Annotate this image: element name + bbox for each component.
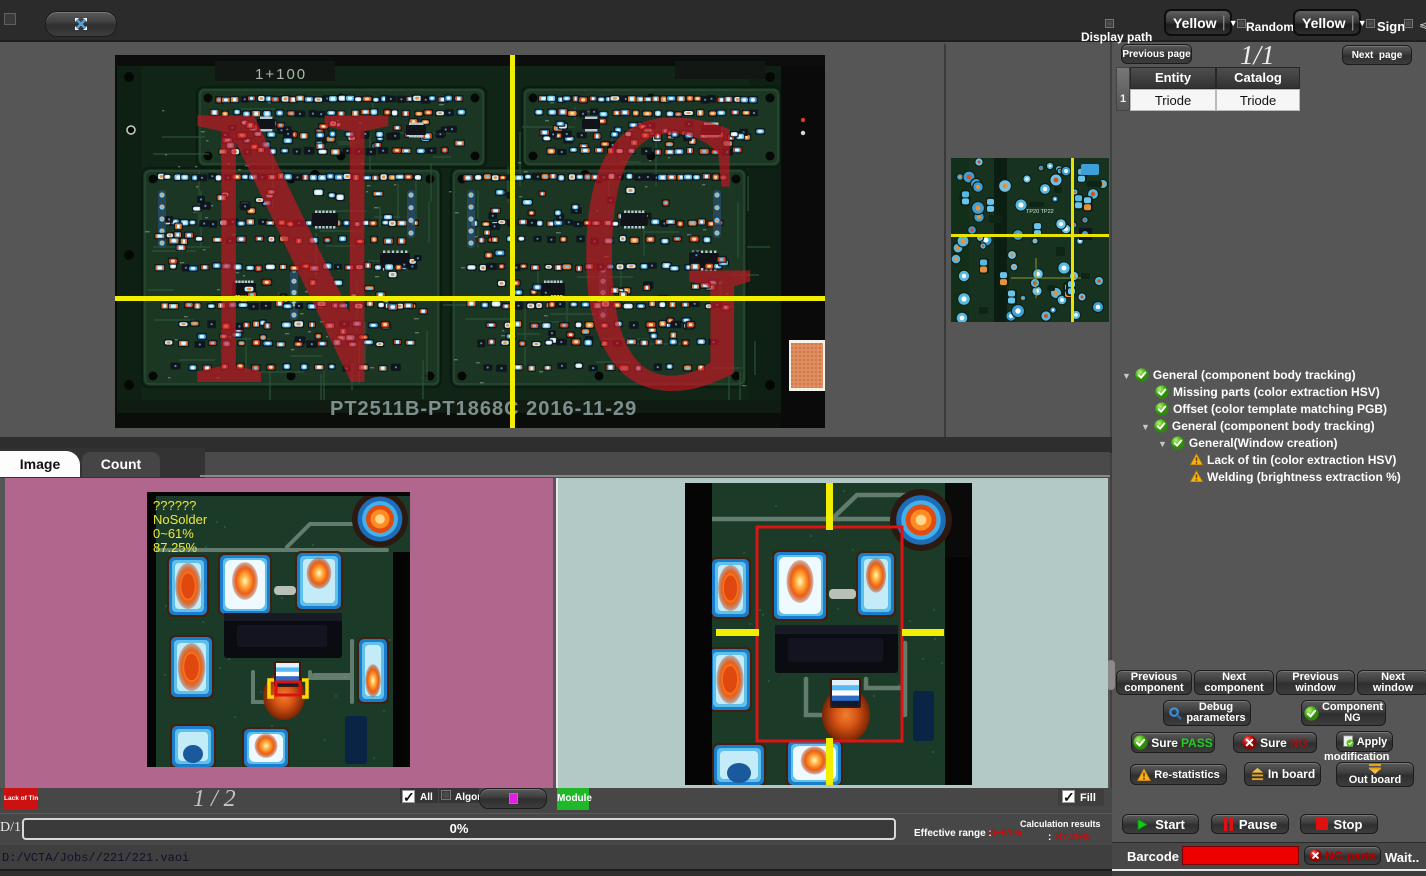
svg-text:G: G <box>576 55 758 428</box>
svg-text:N: N <box>189 55 395 428</box>
svg-text:NoSolder: NoSolder <box>153 512 208 527</box>
svg-text:??????: ?????? <box>153 498 196 513</box>
svg-text:0~61%: 0~61% <box>153 526 194 541</box>
svg-text:TP20 TP22: TP20 TP22 <box>1026 209 1054 215</box>
svg-text:87.25%: 87.25% <box>153 540 198 555</box>
